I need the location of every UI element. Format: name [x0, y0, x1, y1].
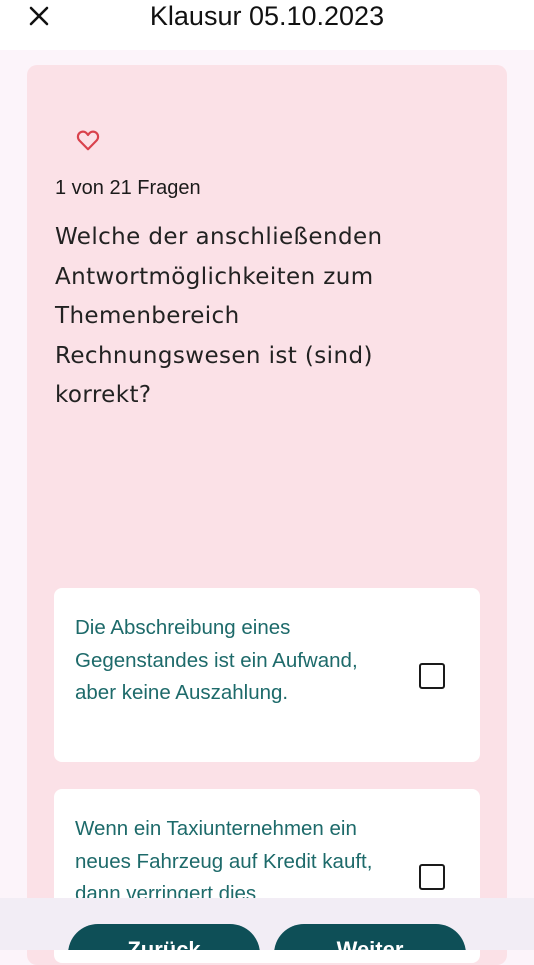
answer-option-text: Die Abschreibung eines Gegenstandes ist … [75, 616, 358, 704]
question-card: 1 von 21 Fragen Welche der anschließende… [27, 65, 507, 965]
next-button-label: Weiter [336, 937, 404, 951]
page-title: Klausur 05.10.2023 [149, 1, 385, 31]
answer-checkbox[interactable] [419, 663, 445, 689]
back-button[interactable]: Zurück [68, 924, 260, 950]
question-text: Welche der anschließenden Antwortmöglich… [55, 224, 383, 408]
next-button[interactable]: Weiter [274, 924, 466, 950]
back-button-label: Zurück [127, 937, 201, 951]
bottom-navigation: Zurück Weiter [0, 898, 534, 950]
heart-outline-icon [76, 130, 100, 151]
header-bar: Klausur 05.10.2023 [0, 0, 534, 50]
favorite-button[interactable] [75, 127, 101, 153]
answer-option-1[interactable]: Die Abschreibung eines Gegenstandes ist … [54, 588, 480, 762]
answer-option-text: Wenn ein Taxiunternehmen ein neues Fahrz… [75, 817, 373, 905]
question-counter: 1 von 21 Fragen [55, 177, 201, 199]
answer-checkbox[interactable] [419, 864, 445, 890]
